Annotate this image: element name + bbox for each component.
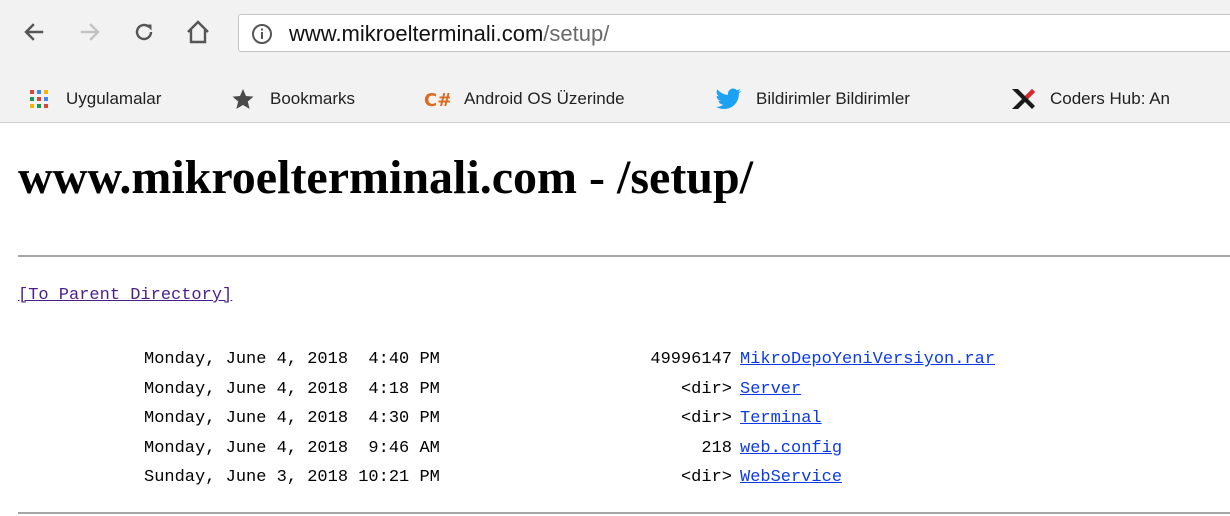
entry-date: Monday, June 4, 2018 4:18 PM (144, 379, 440, 399)
entry-link[interactable]: MikroDepoYeniVersiyon.rar (740, 350, 995, 369)
info-icon[interactable] (251, 23, 273, 45)
bookmark-label: Bildirimler Bildirimler (756, 89, 910, 108)
entry-size: <dir> (680, 468, 732, 488)
bookmark-label: Uygulamalar (66, 89, 162, 108)
entry-date: Sunday, June 3, 2018 10:21 PM (144, 468, 440, 488)
url-host: www.mikroelterminali.com (289, 21, 544, 46)
forward-button[interactable] (76, 18, 104, 46)
entry-size: 49996147 (650, 350, 732, 370)
reload-icon (135, 23, 153, 41)
file-listing: Monday, June 4, 2018 4:40 PM 49996147 Mi… (144, 345, 995, 493)
home-icon (187, 20, 209, 44)
list-item: Monday, June 4, 2018 4:18 PM <dir> Serve… (144, 375, 995, 405)
entry-link[interactable]: Server (740, 380, 801, 399)
entry-date: Monday, June 4, 2018 9:46 AM (144, 438, 440, 458)
back-button[interactable] (20, 18, 48, 46)
list-item: Monday, June 4, 2018 9:46 AM 218 web.con… (144, 434, 995, 464)
entry-link[interactable]: web.config (740, 439, 842, 458)
divider-bottom (18, 512, 1230, 514)
label-fade (620, 86, 680, 114)
entry-date: Monday, June 4, 2018 4:40 PM (144, 350, 440, 370)
bookmark-label: Bookmarks (270, 89, 356, 108)
csharp-icon: C# (424, 86, 450, 112)
apps-grid-icon (26, 86, 52, 112)
divider-top (18, 255, 1230, 257)
label-fade (935, 86, 985, 114)
bookmark-label: Coders Hub: An (1050, 89, 1171, 108)
entry-link[interactable]: Terminal (740, 409, 822, 428)
page-title: www.mikroelterminali.com - /setup/ (18, 151, 754, 204)
entry-date: Monday, June 4, 2018 4:30 PM (144, 409, 440, 429)
url-text[interactable]: www.mikroelterminali.com/setup/ (289, 22, 609, 46)
list-item: Monday, June 4, 2018 4:40 PM 49996147 Mi… (144, 345, 995, 375)
bookmarks-bar: Uygulamalar Bookmarks C# Android OS Üzer… (0, 78, 1230, 123)
twitter-bird-icon (716, 86, 742, 112)
star-icon (230, 86, 256, 112)
arrow-left-icon (24, 23, 44, 41)
reload-button[interactable] (130, 18, 158, 46)
entry-size: 218 (701, 438, 732, 458)
list-item: Sunday, June 3, 2018 10:21 PM <dir> WebS… (144, 463, 995, 493)
bookmark-coders-hub[interactable]: Coders Hub: An (1010, 86, 1170, 112)
home-button[interactable] (184, 18, 212, 46)
address-bar[interactable]: www.mikroelterminali.com/setup/ (238, 14, 1230, 52)
coders-hub-icon (1010, 86, 1036, 112)
arrow-right-icon (80, 23, 100, 41)
entry-size: <dir> (680, 409, 732, 429)
browser-toolbar: www.mikroelterminali.com/setup/ (0, 0, 1230, 79)
bookmark-android-os[interactable]: C# Android OS Üzerinde (424, 86, 625, 112)
entry-link[interactable]: WebService (740, 468, 842, 487)
bookmark-apps[interactable]: Uygulamalar (26, 86, 161, 112)
url-path: /setup/ (543, 21, 610, 46)
svg-text:C#: C# (424, 90, 450, 110)
bookmark-bookmarks[interactable]: Bookmarks (230, 86, 355, 112)
list-item: Monday, June 4, 2018 4:30 PM <dir> Termi… (144, 404, 995, 434)
entry-size: <dir> (680, 379, 732, 399)
bookmark-label: Android OS Üzerinde (464, 89, 625, 108)
parent-directory-link[interactable]: [To Parent Directory] (18, 286, 232, 305)
bookmark-bildirimler[interactable]: Bildirimler Bildirimler (716, 86, 910, 112)
